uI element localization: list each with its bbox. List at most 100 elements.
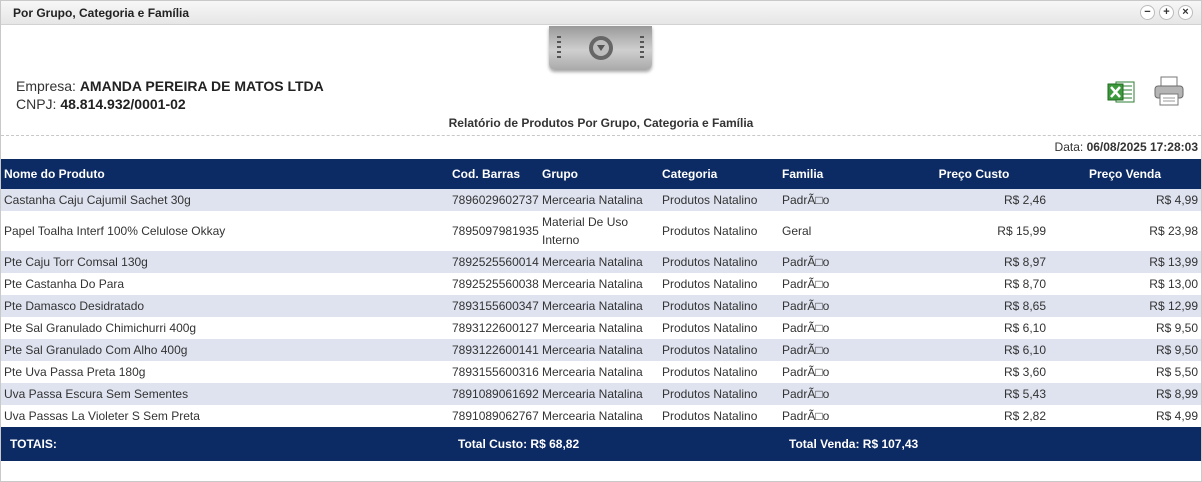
preco-venda-cell: R$ 23,98 [1049, 211, 1201, 251]
categoria-cell: Produtos Natalino [659, 405, 779, 427]
window-titlebar[interactable]: Por Grupo, Categoria e Família − + × [1, 1, 1201, 25]
product-name-cell: Pte Damasco Desidratado [1, 295, 449, 317]
barcode-cell: 7891089061692 [449, 383, 539, 405]
barcode-cell: 7893155600347 [449, 295, 539, 317]
familia-cell: PadrÃ□o [779, 251, 899, 273]
barcode-cell: 7896029602737 [449, 189, 539, 211]
table-row: Pte Uva Passa Preta 180g 7893155600316 Mer… [1, 361, 1201, 383]
maximize-button[interactable]: + [1159, 5, 1174, 20]
grip-right-icon [640, 36, 644, 58]
preco-custo-cell: R$ 6,10 [899, 317, 1049, 339]
grip-left-icon [557, 36, 561, 58]
preco-custo-cell: R$ 5,43 [899, 383, 1049, 405]
total-custo: Total Custo: R$ 68,82 [458, 437, 580, 451]
product-name-cell: Pte Sal Granulado Chimichurri 400g [1, 317, 449, 339]
barcode-cell: 7892525560014 [449, 251, 539, 273]
barcode-cell: 7893122600127 [449, 317, 539, 339]
cnpj-value: 48.814.932/0001-02 [60, 96, 186, 112]
barcode-cell: 7893155600316 [449, 361, 539, 383]
empresa-value: AMANDA PEREIRA DE MATOS LTDA [79, 78, 324, 94]
product-name-cell: Pte Uva Passa Preta 180g [1, 361, 449, 383]
preco-venda-cell: R$ 13,00 [1049, 273, 1201, 295]
preco-custo-cell: R$ 8,97 [899, 251, 1049, 273]
grupo-cell: Mercearia Natalina [539, 339, 659, 361]
categoria-cell: Produtos Natalino [659, 383, 779, 405]
company-info: Empresa: AMANDA PEREIRA DE MATOS LTDA CN… [16, 77, 324, 113]
grupo-cell: Mercearia Natalina [539, 383, 659, 405]
preco-custo-cell: R$ 6,10 [899, 339, 1049, 361]
preco-custo-cell: R$ 3,60 [899, 361, 1049, 383]
grupo-cell: Mercearia Natalina [539, 405, 659, 427]
preco-venda-cell: R$ 4,99 [1049, 405, 1201, 427]
grupo-cell: Mercearia Natalina [539, 361, 659, 383]
grupo-cell: Mercearia Natalina [539, 295, 659, 317]
preco-venda-cell: R$ 4,99 [1049, 189, 1201, 211]
grupo-cell: Mercearia Natalina [539, 273, 659, 295]
date-value: 06/08/2025 17:28:03 [1086, 140, 1198, 154]
col-cod-barras-header: Cod. Barras [449, 159, 539, 189]
products-table: Nome do Produto Cod. Barras Grupo Categoria… [1, 159, 1201, 427]
table-row: Pte Sal Granulado Chimichurri 400g 789312… [1, 317, 1201, 339]
familia-cell: PadrÃ□o [779, 295, 899, 317]
barcode-cell: 7891089062767 [449, 405, 539, 427]
table-row: Pte Caju Torr Comsal 130g 7892525560014 Me… [1, 251, 1201, 273]
window-controls: − + × [1140, 5, 1193, 20]
preco-custo-cell: R$ 2,82 [899, 405, 1049, 427]
categoria-cell: Produtos Natalino [659, 317, 779, 339]
col-preco-venda-header: Preço Venda [1049, 159, 1201, 189]
product-name-cell: Papel Toalha Interf 100% Celulose Okkay [1, 211, 449, 251]
report-title: Relatório de Produtos Por Grupo, Categor… [448, 116, 754, 130]
preco-custo-cell: R$ 15,99 [899, 211, 1049, 251]
report-date: Data: 06/08/2025 17:28:03 [1055, 140, 1198, 154]
categoria-cell: Produtos Natalino [659, 211, 779, 251]
close-button[interactable]: × [1178, 5, 1193, 20]
collapse-handle[interactable] [549, 26, 652, 70]
preco-custo-cell: R$ 2,46 [899, 189, 1049, 211]
table-row: Pte Sal Granulado Com Alho 400g 789312260… [1, 339, 1201, 361]
totals-label: TOTAIS: [10, 437, 57, 451]
col-familia-header: Familia [779, 159, 899, 189]
preco-venda-cell: R$ 8,99 [1049, 383, 1201, 405]
categoria-cell: Produtos Natalino [659, 189, 779, 211]
familia-cell: PadrÃ□o [779, 405, 899, 427]
familia-cell: PadrÃ□o [779, 361, 899, 383]
grupo-cell: Mercearia Natalina [539, 251, 659, 273]
categoria-cell: Produtos Natalino [659, 339, 779, 361]
familia-cell: PadrÃ□o [779, 273, 899, 295]
table-row: Pte Damasco Desidratado 7893155600347 Merc… [1, 295, 1201, 317]
chevron-down-icon[interactable] [588, 36, 613, 60]
preco-venda-cell: R$ 5,50 [1049, 361, 1201, 383]
preco-venda-cell: R$ 9,50 [1049, 317, 1201, 339]
product-name-cell: Pte Sal Granulado Com Alho 400g [1, 339, 449, 361]
grupo-cell: Mercearia Natalina [539, 189, 659, 211]
product-name-cell: Castanha Caju Cajumil Sachet 30g [1, 189, 449, 211]
col-nome-header: Nome do Produto [1, 159, 449, 189]
table-row: Uva Passa Escura Sem Sementes 78910890616… [1, 383, 1201, 405]
print-icon[interactable] [1152, 75, 1186, 107]
familia-cell: PadrÃ□o [779, 317, 899, 339]
table-row: Papel Toalha Interf 100% Celulose Okkay 7… [1, 211, 1201, 251]
excel-icon[interactable] [1107, 80, 1135, 104]
product-name-cell: Uva Passa Escura Sem Sementes [1, 383, 449, 405]
familia-cell: PadrÃ□o [779, 339, 899, 361]
table-row: Pte Castanha Do Para 7892525560038 Mercear… [1, 273, 1201, 295]
categoria-cell: Produtos Natalino [659, 273, 779, 295]
familia-cell: PadrÃ□o [779, 189, 899, 211]
preco-venda-cell: R$ 9,50 [1049, 339, 1201, 361]
minimize-button[interactable]: − [1140, 5, 1155, 20]
empresa-label: Empresa: [16, 78, 76, 94]
divider [1, 135, 1201, 136]
preco-venda-cell: R$ 12,99 [1049, 295, 1201, 317]
product-name-cell: Pte Castanha Do Para [1, 273, 449, 295]
window-title: Por Grupo, Categoria e Família [13, 5, 190, 20]
grupo-cell: Mercearia Natalina [539, 317, 659, 339]
familia-cell: PadrÃ□o [779, 383, 899, 405]
categoria-cell: Produtos Natalino [659, 295, 779, 317]
preco-venda-cell: R$ 13,99 [1049, 251, 1201, 273]
barcode-cell: 7892525560038 [449, 273, 539, 295]
col-preco-custo-header: Preço Custo [899, 159, 1049, 189]
preco-custo-cell: R$ 8,70 [899, 273, 1049, 295]
grupo-cell: Material De Uso Interno [539, 211, 659, 251]
product-name-cell: Uva Passas La Violeter S Sem Preta [1, 405, 449, 427]
barcode-cell: 7895097981935 [449, 211, 539, 251]
